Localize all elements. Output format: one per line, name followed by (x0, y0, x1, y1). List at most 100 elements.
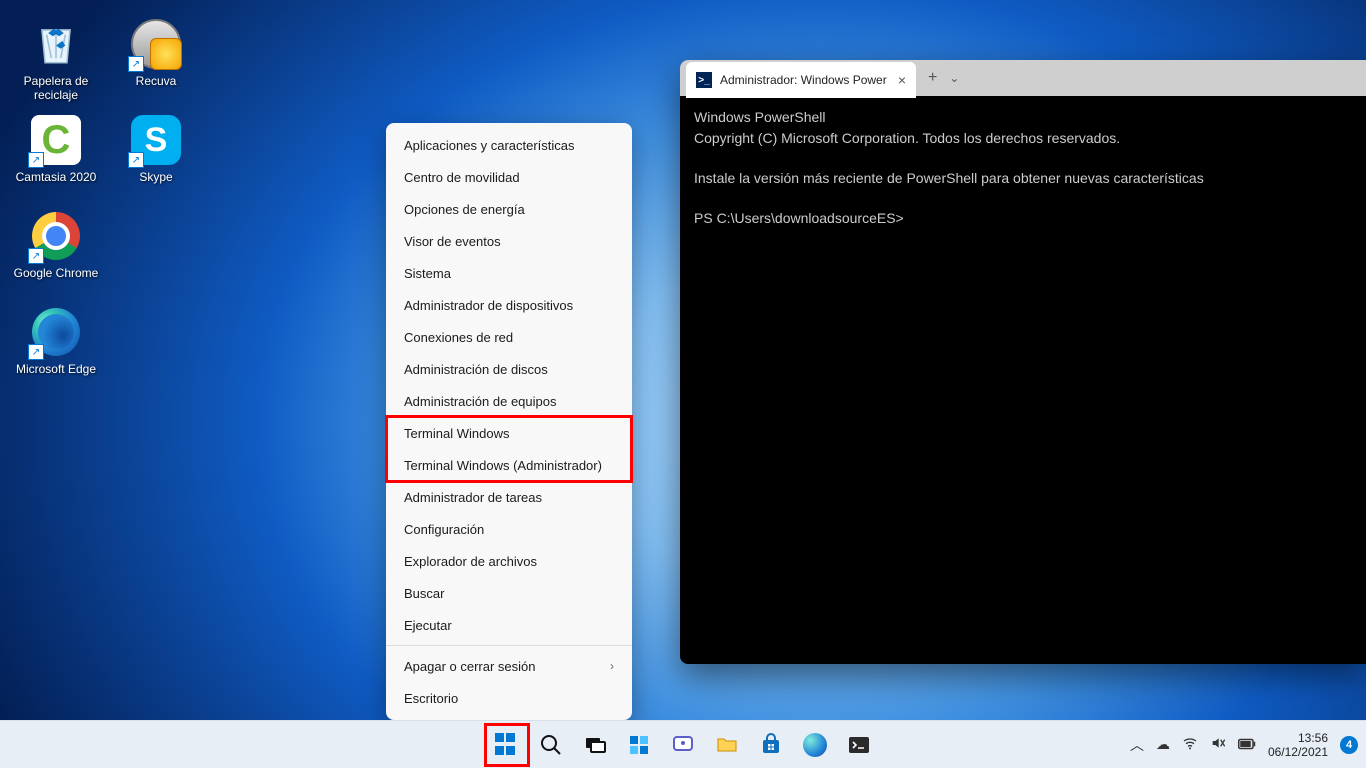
menu-label: Apagar o cerrar sesión (404, 659, 536, 674)
tray-time: 13:56 (1268, 731, 1328, 745)
recycle-bin-icon (28, 16, 84, 72)
chat-button[interactable] (663, 725, 703, 765)
powershell-icon: >_ (696, 72, 712, 88)
terminal-prompt: PS C:\Users\downloadsourceES> (694, 210, 904, 226)
menu-label: Administración de discos (404, 362, 548, 377)
new-tab-icon[interactable]: + (928, 69, 937, 87)
menu-label: Terminal Windows (Administrador) (404, 458, 602, 473)
winx-item-computer-management[interactable]: Administración de equipos (386, 385, 632, 417)
search-button[interactable] (531, 725, 571, 765)
winx-item-run[interactable]: Ejecutar (386, 609, 632, 641)
menu-separator (386, 645, 632, 646)
tab-dropdown-icon[interactable]: ⌄ (949, 71, 959, 85)
winx-item-task-manager[interactable]: Administrador de tareas (386, 481, 632, 513)
terminal-taskbar-button[interactable] (839, 725, 879, 765)
desktop-icon-chrome[interactable]: ↗ Google Chrome (6, 202, 106, 298)
winx-item-apps-features[interactable]: Aplicaciones y características (386, 129, 632, 161)
explorer-button[interactable] (707, 725, 747, 765)
desktop-icon-skype[interactable]: S↗ Skype (106, 106, 206, 202)
winx-item-terminal[interactable]: Terminal Windows (386, 417, 632, 449)
winx-item-device-manager[interactable]: Administrador de dispositivos (386, 289, 632, 321)
terminal-line: Windows PowerShell (694, 109, 826, 125)
desktop-icon-label: Microsoft Edge (16, 362, 96, 376)
taskview-button[interactable] (575, 725, 615, 765)
terminal-tab[interactable]: >_ Administrador: Windows Power × (686, 62, 916, 98)
desktop-icons: Papelera dereciclaje ↗ Recuva C↗ Camtasi… (6, 10, 206, 394)
wifi-icon[interactable] (1182, 735, 1198, 754)
shortcut-arrow-icon: ↗ (128, 56, 144, 72)
desktop-icon-camtasia[interactable]: C↗ Camtasia 2020 (6, 106, 106, 202)
chrome-icon: ↗ (28, 208, 84, 264)
notification-badge[interactable]: 4 (1340, 736, 1358, 754)
winx-item-settings[interactable]: Configuración (386, 513, 632, 545)
menu-label: Escritorio (404, 691, 458, 706)
notification-count: 4 (1346, 739, 1352, 751)
menu-label: Visor de eventos (404, 234, 501, 249)
menu-label: Administrador de tareas (404, 490, 542, 505)
winx-item-system[interactable]: Sistema (386, 257, 632, 289)
winx-item-event-viewer[interactable]: Visor de eventos (386, 225, 632, 257)
desktop-icon-label: Google Chrome (14, 266, 99, 280)
edge-taskbar-button[interactable] (795, 725, 835, 765)
edge-icon (803, 733, 827, 757)
widgets-icon (627, 733, 651, 757)
windows-logo-icon (495, 733, 519, 757)
terminal-window[interactable]: >_ Administrador: Windows Power × + ⌄ Wi… (680, 60, 1366, 664)
close-tab-icon[interactable]: × (898, 72, 906, 88)
taskbar: ︿ ☁ 13:56 06/12/2021 4 (0, 720, 1366, 768)
winx-item-file-explorer[interactable]: Explorador de archivos (386, 545, 632, 577)
desktop-icon-edge[interactable]: ↗ Microsoft Edge (6, 298, 106, 394)
menu-label: Aplicaciones y características (404, 138, 575, 153)
shortcut-arrow-icon: ↗ (28, 248, 44, 264)
volume-icon[interactable] (1210, 735, 1226, 754)
battery-icon[interactable] (1238, 737, 1256, 753)
start-button[interactable] (487, 725, 527, 765)
menu-label: Conexiones de red (404, 330, 513, 345)
clock[interactable]: 13:56 06/12/2021 (1268, 731, 1328, 759)
winx-item-network[interactable]: Conexiones de red (386, 321, 632, 353)
search-icon (539, 733, 563, 757)
store-button[interactable] (751, 725, 791, 765)
tray-overflow-icon[interactable]: ︿ (1130, 735, 1144, 755)
taskview-icon (583, 733, 607, 757)
edge-icon: ↗ (28, 304, 84, 360)
terminal-tab-actions: + ⌄ (916, 60, 971, 96)
system-tray: ︿ ☁ 13:56 06/12/2021 4 (1130, 731, 1358, 759)
menu-label: Opciones de energía (404, 202, 525, 217)
menu-label: Buscar (404, 586, 444, 601)
desktop: Papelera dereciclaje ↗ Recuva C↗ Camtasi… (0, 0, 1366, 768)
desktop-icon-recycle-bin[interactable]: Papelera dereciclaje (6, 10, 106, 106)
desktop-icon-label: Papelera dereciclaje (24, 74, 89, 102)
menu-label: Sistema (404, 266, 451, 281)
winx-item-shutdown[interactable]: Apagar o cerrar sesión › (386, 650, 632, 682)
winx-item-search[interactable]: Buscar (386, 577, 632, 609)
desktop-icon-recuva[interactable]: ↗ Recuva (106, 10, 206, 106)
camtasia-icon: C↗ (28, 112, 84, 168)
onedrive-icon[interactable]: ☁ (1156, 736, 1170, 753)
menu-label: Terminal Windows (404, 426, 509, 441)
winx-item-disk-management[interactable]: Administración de discos (386, 353, 632, 385)
shortcut-arrow-icon: ↗ (28, 344, 44, 360)
terminal-body[interactable]: Windows PowerShell Copyright (C) Microso… (680, 96, 1366, 242)
menu-label: Centro de movilidad (404, 170, 520, 185)
widgets-button[interactable] (619, 725, 659, 765)
taskbar-center (487, 725, 879, 765)
winx-item-power-options[interactable]: Opciones de energía (386, 193, 632, 225)
menu-label: Explorador de archivos (404, 554, 537, 569)
folder-icon (715, 733, 739, 757)
winx-item-mobility[interactable]: Centro de movilidad (386, 161, 632, 193)
winx-item-terminal-admin[interactable]: Terminal Windows (Administrador) (386, 449, 632, 481)
menu-label: Ejecutar (404, 618, 452, 633)
terminal-titlebar[interactable]: >_ Administrador: Windows Power × + ⌄ (680, 60, 1366, 96)
skype-icon: S↗ (128, 112, 184, 168)
menu-label: Administrador de dispositivos (404, 298, 573, 313)
chevron-right-icon: › (610, 659, 614, 673)
tray-date: 06/12/2021 (1268, 745, 1328, 759)
menu-label: Administración de equipos (404, 394, 556, 409)
desktop-icon-label: Recuva (136, 74, 177, 88)
terminal-line: Copyright (C) Microsoft Corporation. Tod… (694, 130, 1120, 146)
chat-icon (671, 733, 695, 757)
desktop-icon-label: Skype (139, 170, 172, 184)
winx-item-desktop[interactable]: Escritorio (386, 682, 632, 714)
terminal-tab-title: Administrador: Windows Power (720, 73, 887, 87)
